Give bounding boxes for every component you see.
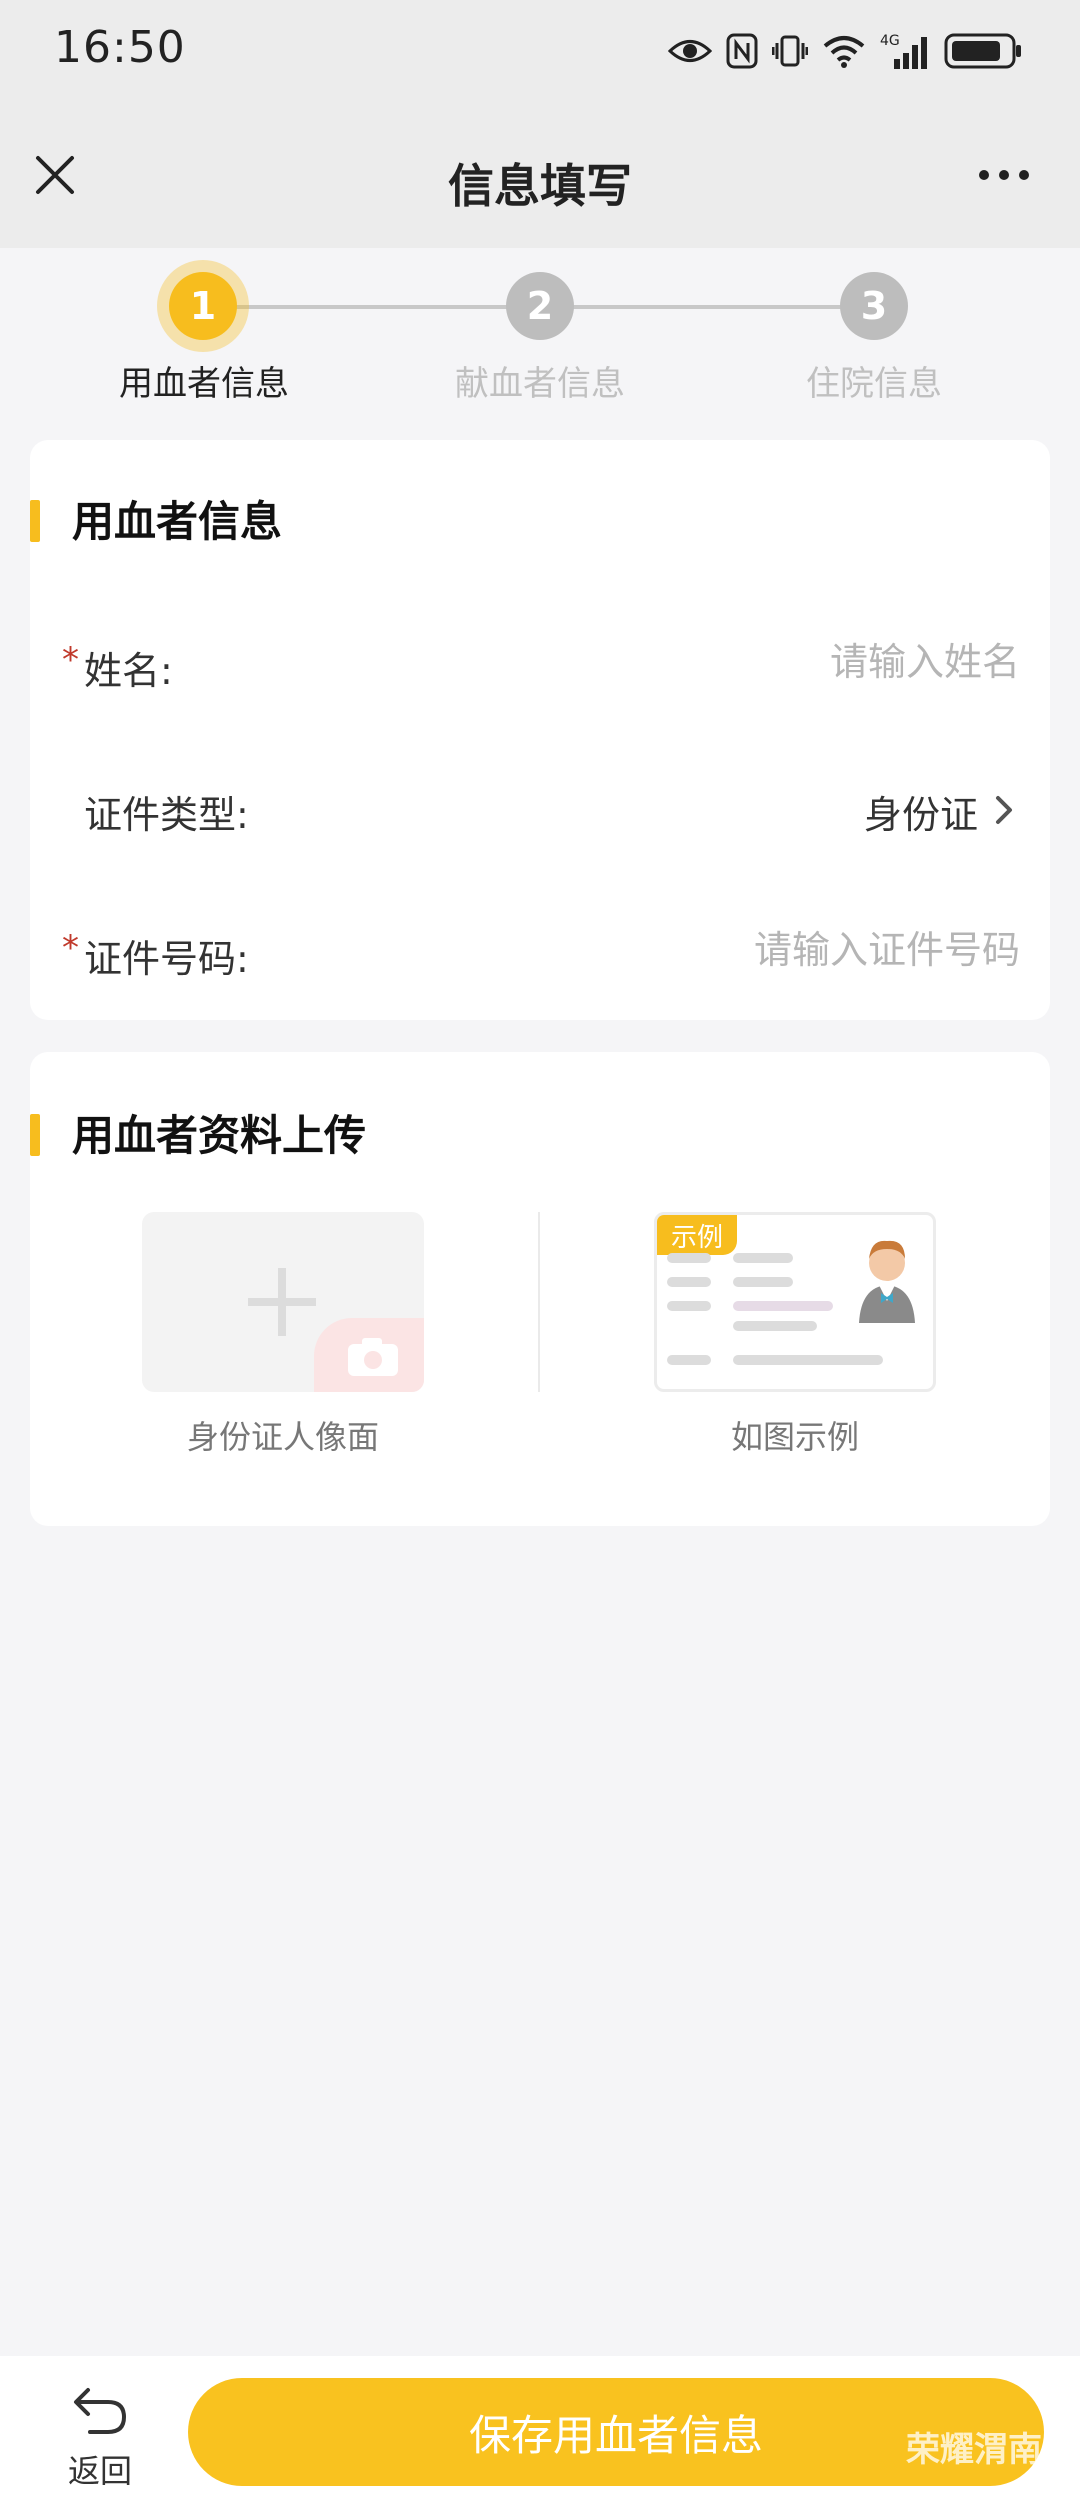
svg-text:4G: 4G: [880, 33, 900, 49]
id-number-label: 证件号码:: [84, 937, 249, 981]
id-front-upload[interactable]: [142, 1212, 424, 1392]
name-input[interactable]: [460, 632, 1020, 692]
step-connector: [572, 305, 874, 309]
name-row: * 姓名:: [30, 622, 1050, 712]
step-2-indicator: 2: [506, 272, 574, 340]
section-title: 用血者资料上传: [72, 1111, 367, 1160]
name-label: 姓名:: [84, 649, 173, 693]
app-screen: 16:50 4G 信息填写 1 2 3 用血者信息 献血者信息 住院信息 用血者…: [0, 0, 1080, 2504]
divider: [538, 1212, 540, 1392]
vibrate-icon: [772, 35, 808, 67]
back-button[interactable]: 返回: [40, 2378, 160, 2498]
required-mark: *: [62, 928, 79, 968]
example-image: 示例: [654, 1212, 936, 1392]
step-1-label: 用血者信息: [119, 364, 289, 404]
watermark-logo: 荣耀渭南: [906, 2430, 1042, 2470]
id-type-label: 证件类型:: [84, 793, 249, 837]
camera-icon: [348, 1338, 398, 1376]
upload-card: 用血者资料上传 示例 身份证人像面 如图示例: [30, 1052, 1050, 1526]
wifi-icon: [823, 36, 865, 68]
battery-icon: [944, 33, 1021, 69]
nfc-icon: [726, 33, 758, 69]
signal-icon: 4G: [880, 33, 927, 69]
id-number-input[interactable]: [460, 920, 1020, 980]
required-mark: *: [62, 640, 79, 680]
more-icon[interactable]: [976, 158, 1032, 192]
status-time: 16:50: [54, 22, 186, 73]
step-2-label: 献血者信息: [455, 364, 625, 404]
id-front-caption: 身份证人像面: [186, 1418, 379, 1456]
top-bar: 16:50 4G 信息填写: [0, 0, 1080, 248]
section-accent: [30, 500, 40, 542]
step-connector: [204, 305, 510, 309]
bottom-bar: 返回 保存用血者信息 荣耀渭南: [0, 2356, 1080, 2504]
camera-badge: [314, 1318, 424, 1392]
eye-icon: [668, 40, 712, 62]
step-1-indicator: 1: [169, 272, 237, 340]
step-3-label: 住院信息: [806, 364, 942, 404]
id-number-row: * 证件号码:: [30, 910, 1050, 1000]
page-title: 信息填写: [448, 159, 632, 213]
id-card-example-illustration: [667, 1240, 915, 1365]
plus-icon: [248, 1268, 316, 1336]
id-type-row[interactable]: 证件类型: 身份证: [30, 766, 1050, 856]
chevron-right-icon: [996, 796, 1012, 824]
section-title: 用血者信息: [72, 497, 283, 546]
step-3-indicator: 3: [840, 272, 908, 340]
recipient-info-card: 用血者信息 * 姓名: 证件类型: 身份证 * 证件号码:: [30, 440, 1050, 1020]
status-icons: 4G: [668, 28, 1024, 74]
example-caption: 如图示例: [730, 1418, 859, 1456]
undo-icon: [74, 2388, 127, 2434]
section-accent: [30, 1114, 40, 1156]
back-label: 返回: [67, 2452, 132, 2490]
id-type-value: 身份证: [863, 793, 978, 837]
